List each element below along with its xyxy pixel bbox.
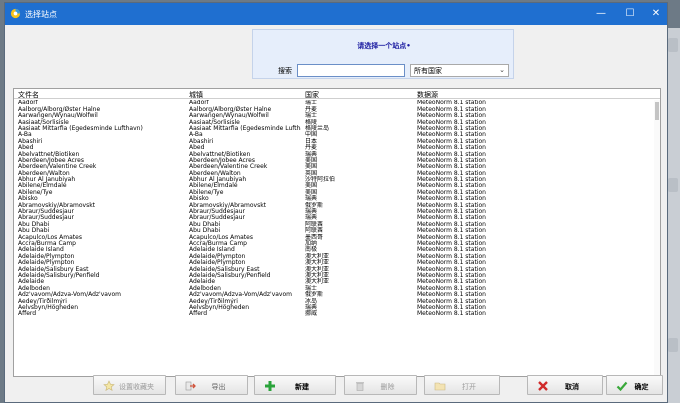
new-label: 新建	[295, 383, 309, 391]
cell-town: Äfferd	[189, 310, 208, 318]
table-header: 文件名 城镇 国家 数据源	[14, 89, 660, 99]
chevron-down-icon: ⌄	[499, 66, 505, 74]
close-button[interactable]: ✕	[643, 3, 669, 25]
cancel-button[interactable]: 取消	[527, 375, 603, 395]
scrollbar-thumb[interactable]	[655, 102, 659, 120]
country-select[interactable]: 所有国家 ⌄	[410, 64, 509, 77]
select-station-dialog: 选择站点 — ☐ ✕ 请选择一个站点• 搜索 所有国家 ⌄ 文件名 城镇 国家 …	[4, 2, 668, 403]
search-row: 搜索 所有国家 ⌄	[5, 64, 667, 78]
maximize-button[interactable]: ☐	[617, 3, 643, 25]
ok-button[interactable]: 确定	[606, 375, 663, 395]
new-button[interactable]: 新建	[254, 375, 336, 395]
ok-label: 确定	[634, 383, 649, 391]
station-table: 文件名 城镇 国家 数据源 Aadorf Aadorf 瑞士 MeteoNorm 8.…	[13, 88, 661, 377]
cancel-label: 取消	[565, 383, 579, 391]
prompt-text: 请选择一个站点•	[357, 42, 411, 50]
set-favorite-button[interactable]: 设置收藏夹	[93, 375, 166, 395]
column-header-town[interactable]: 城镇	[189, 90, 203, 100]
window-title: 选择站点	[25, 10, 57, 19]
button-bar: 设置收藏夹 导出 新建 删除 打开 取消 确定	[5, 375, 667, 401]
search-input[interactable]	[297, 64, 405, 77]
country-select-value: 所有国家	[414, 67, 442, 75]
minimize-button[interactable]: —	[588, 3, 614, 25]
background-scroll-segment	[668, 338, 678, 352]
search-label: 搜索	[278, 67, 292, 75]
delete-label: 删除	[380, 383, 395, 391]
column-header-country[interactable]: 国家	[305, 90, 319, 100]
table-scrollbar[interactable]	[654, 100, 660, 376]
table-row[interactable]: Äfferd Äfferd 挪威 MeteoNorm 8.1 station	[14, 310, 660, 318]
export-button[interactable]: 导出	[175, 375, 248, 395]
cell-country: 挪威	[305, 310, 318, 318]
background-window-edge	[666, 28, 680, 403]
open-label: 打开	[462, 383, 476, 391]
column-header-filename[interactable]: 文件名	[18, 90, 39, 100]
cell-filename: Äfferd	[18, 310, 37, 318]
app-sun-icon	[10, 8, 21, 19]
open-button[interactable]: 打开	[424, 375, 500, 395]
background-scroll-segment	[668, 38, 678, 52]
cell-source: MeteoNorm 8.1 station	[417, 310, 486, 318]
export-label: 导出	[211, 383, 226, 391]
delete-button[interactable]: 删除	[344, 375, 417, 395]
title-bar[interactable]: 选择站点 — ☐ ✕	[5, 3, 667, 25]
column-header-source[interactable]: 数据源	[417, 90, 438, 100]
table-body: Aadorf Aadorf 瑞士 MeteoNorm 8.1 station Aalbo…	[14, 100, 660, 376]
set-favorite-label: 设置收藏夹	[119, 383, 154, 391]
background-scroll-segment	[668, 178, 678, 192]
